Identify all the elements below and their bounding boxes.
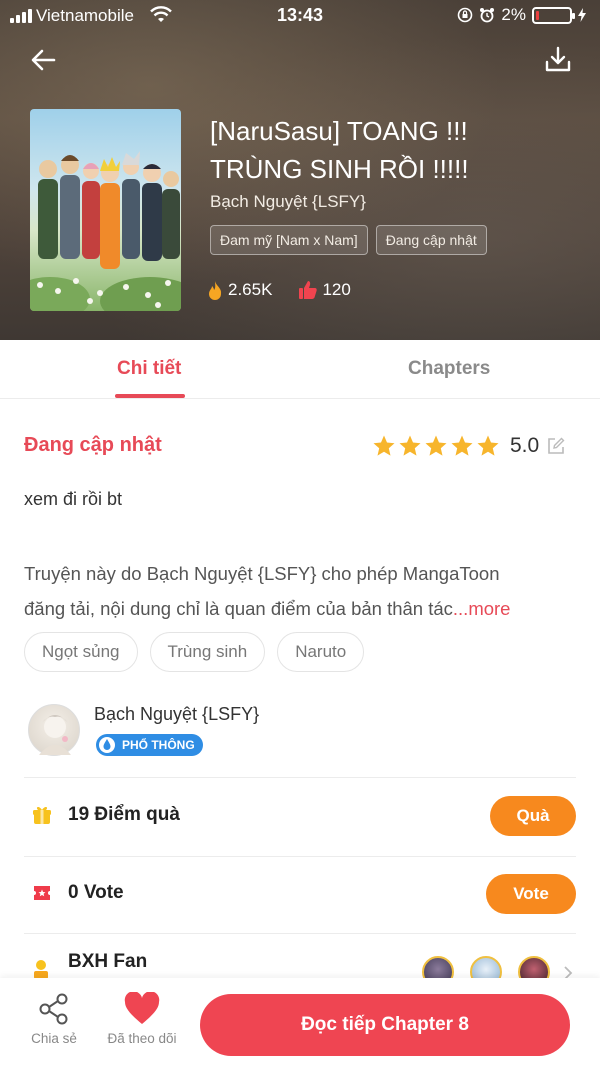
follow-button[interactable]: Đã theo dõi [102, 992, 182, 1046]
genre-chip[interactable]: Naruto [277, 632, 365, 672]
share-label: Chia sẻ [31, 1031, 77, 1046]
genre-chip[interactable]: Trùng sinh [149, 632, 266, 672]
thumbs-up-icon [299, 281, 318, 299]
star-icon [451, 435, 473, 456]
gift-button[interactable]: Quà [490, 796, 576, 836]
star-icon [399, 435, 421, 456]
author-link[interactable]: Bạch Nguyệt {LSFY} [210, 192, 366, 212]
manga-header: Vietnamobile 13:43 2% [NaruSasu] TOANG !… [0, 0, 600, 340]
continue-reading-button[interactable]: Đọc tiếp Chapter 8 [200, 994, 570, 1056]
battery-icon [532, 6, 575, 24]
tag-genre[interactable]: Đam mỹ [Nam x Nam] [210, 225, 368, 255]
status-bar: Vietnamobile 13:43 2% [0, 0, 600, 32]
fan-ranking-title[interactable]: BXH Fan [68, 951, 147, 973]
badge-label: PHỔ THÔNG [122, 738, 195, 752]
ticket-icon [34, 886, 50, 900]
tab-detail[interactable]: Chi tiết [117, 358, 181, 380]
more-link[interactable]: ...more [453, 598, 511, 619]
author-avatar[interactable] [28, 704, 80, 756]
likes-stat: 120 [298, 280, 351, 300]
tab-chapters[interactable]: Chapters [408, 358, 490, 380]
title-line-1: [NaruSasu] TOANG !!! [210, 116, 468, 146]
author-name[interactable]: Bạch Nguyệt {LSFY} [94, 704, 259, 725]
share-icon [39, 993, 68, 1025]
copyright-line-1: Truyện này do Bạch Nguyệt {LSFY} cho phé… [24, 563, 500, 584]
tab-bar: Chi tiết Chapters [0, 340, 600, 399]
manga-stats: 2.65K 120 [206, 280, 351, 300]
views-count: 2.65K [228, 280, 273, 299]
vote-row: 0 Vote Vote [24, 855, 576, 933]
share-button[interactable]: Chia sẻ [14, 992, 94, 1046]
avatar-art [39, 715, 71, 755]
manga-title: [NaruSasu] TOANG !!! TRÙNG SINH RỒI !!!!… [210, 112, 570, 188]
star-icon [477, 435, 499, 456]
back-arrow-icon[interactable] [28, 44, 60, 76]
cover-art [30, 151, 181, 311]
divider [24, 933, 576, 934]
gift-icon [33, 806, 51, 824]
summary-text: xem đi rồi bt [24, 489, 123, 509]
drop-badge-icon [99, 737, 115, 753]
trophy-icon [34, 960, 48, 979]
alarm-icon [480, 8, 495, 23]
lock-rotation-icon [458, 7, 473, 23]
fire-icon [209, 281, 222, 300]
bottom-action-bar: Chia sẻ Đã theo dõi Đọc tiếp Chapter 8 [0, 978, 600, 1067]
cover-image[interactable] [30, 109, 181, 311]
genre-chips: Ngọt sủng Trùng sinh Naruto [24, 632, 365, 672]
copyright-text: Truyện này do Bạch Nguyệt {LSFY} cho phé… [24, 556, 580, 626]
gift-points: 19 Điểm quà [68, 804, 180, 825]
likes-count: 120 [322, 280, 351, 299]
follow-label: Đã theo dõi [107, 1031, 177, 1046]
manga-tags: Đam mỹ [Nam x Nam] Đang cập nhật [210, 225, 487, 255]
heart-icon [124, 992, 160, 1024]
active-tab-indicator [115, 394, 185, 398]
title-line-2: TRÙNG SINH RỒI !!!!! [210, 154, 469, 184]
author-card[interactable]: Bạch Nguyệt {LSFY} PHỔ THÔNG [28, 704, 576, 764]
rating-value: 5.0 [510, 434, 540, 457]
vote-count: 0 Vote [68, 882, 124, 903]
copyright-line-2: đăng tải, nội dung chỉ là quan điểm của … [24, 598, 511, 619]
membership-badge: PHỔ THÔNG [96, 734, 203, 756]
download-icon[interactable] [542, 44, 574, 76]
genre-chip[interactable]: Ngọt sủng [24, 632, 138, 672]
views-stat: 2.65K [206, 280, 272, 300]
update-status: Đang cập nhật [24, 434, 162, 456]
vote-button[interactable]: Vote [486, 874, 576, 914]
battery-percent: 2% [501, 5, 526, 24]
gift-row: 19 Điểm quà Quà [24, 777, 576, 855]
star-icon [425, 435, 447, 456]
star-icon [373, 435, 395, 456]
edit-icon[interactable] [546, 436, 566, 456]
tag-status[interactable]: Đang cập nhật [375, 225, 487, 255]
charging-icon [578, 8, 586, 22]
rating-stars[interactable] [372, 434, 500, 458]
